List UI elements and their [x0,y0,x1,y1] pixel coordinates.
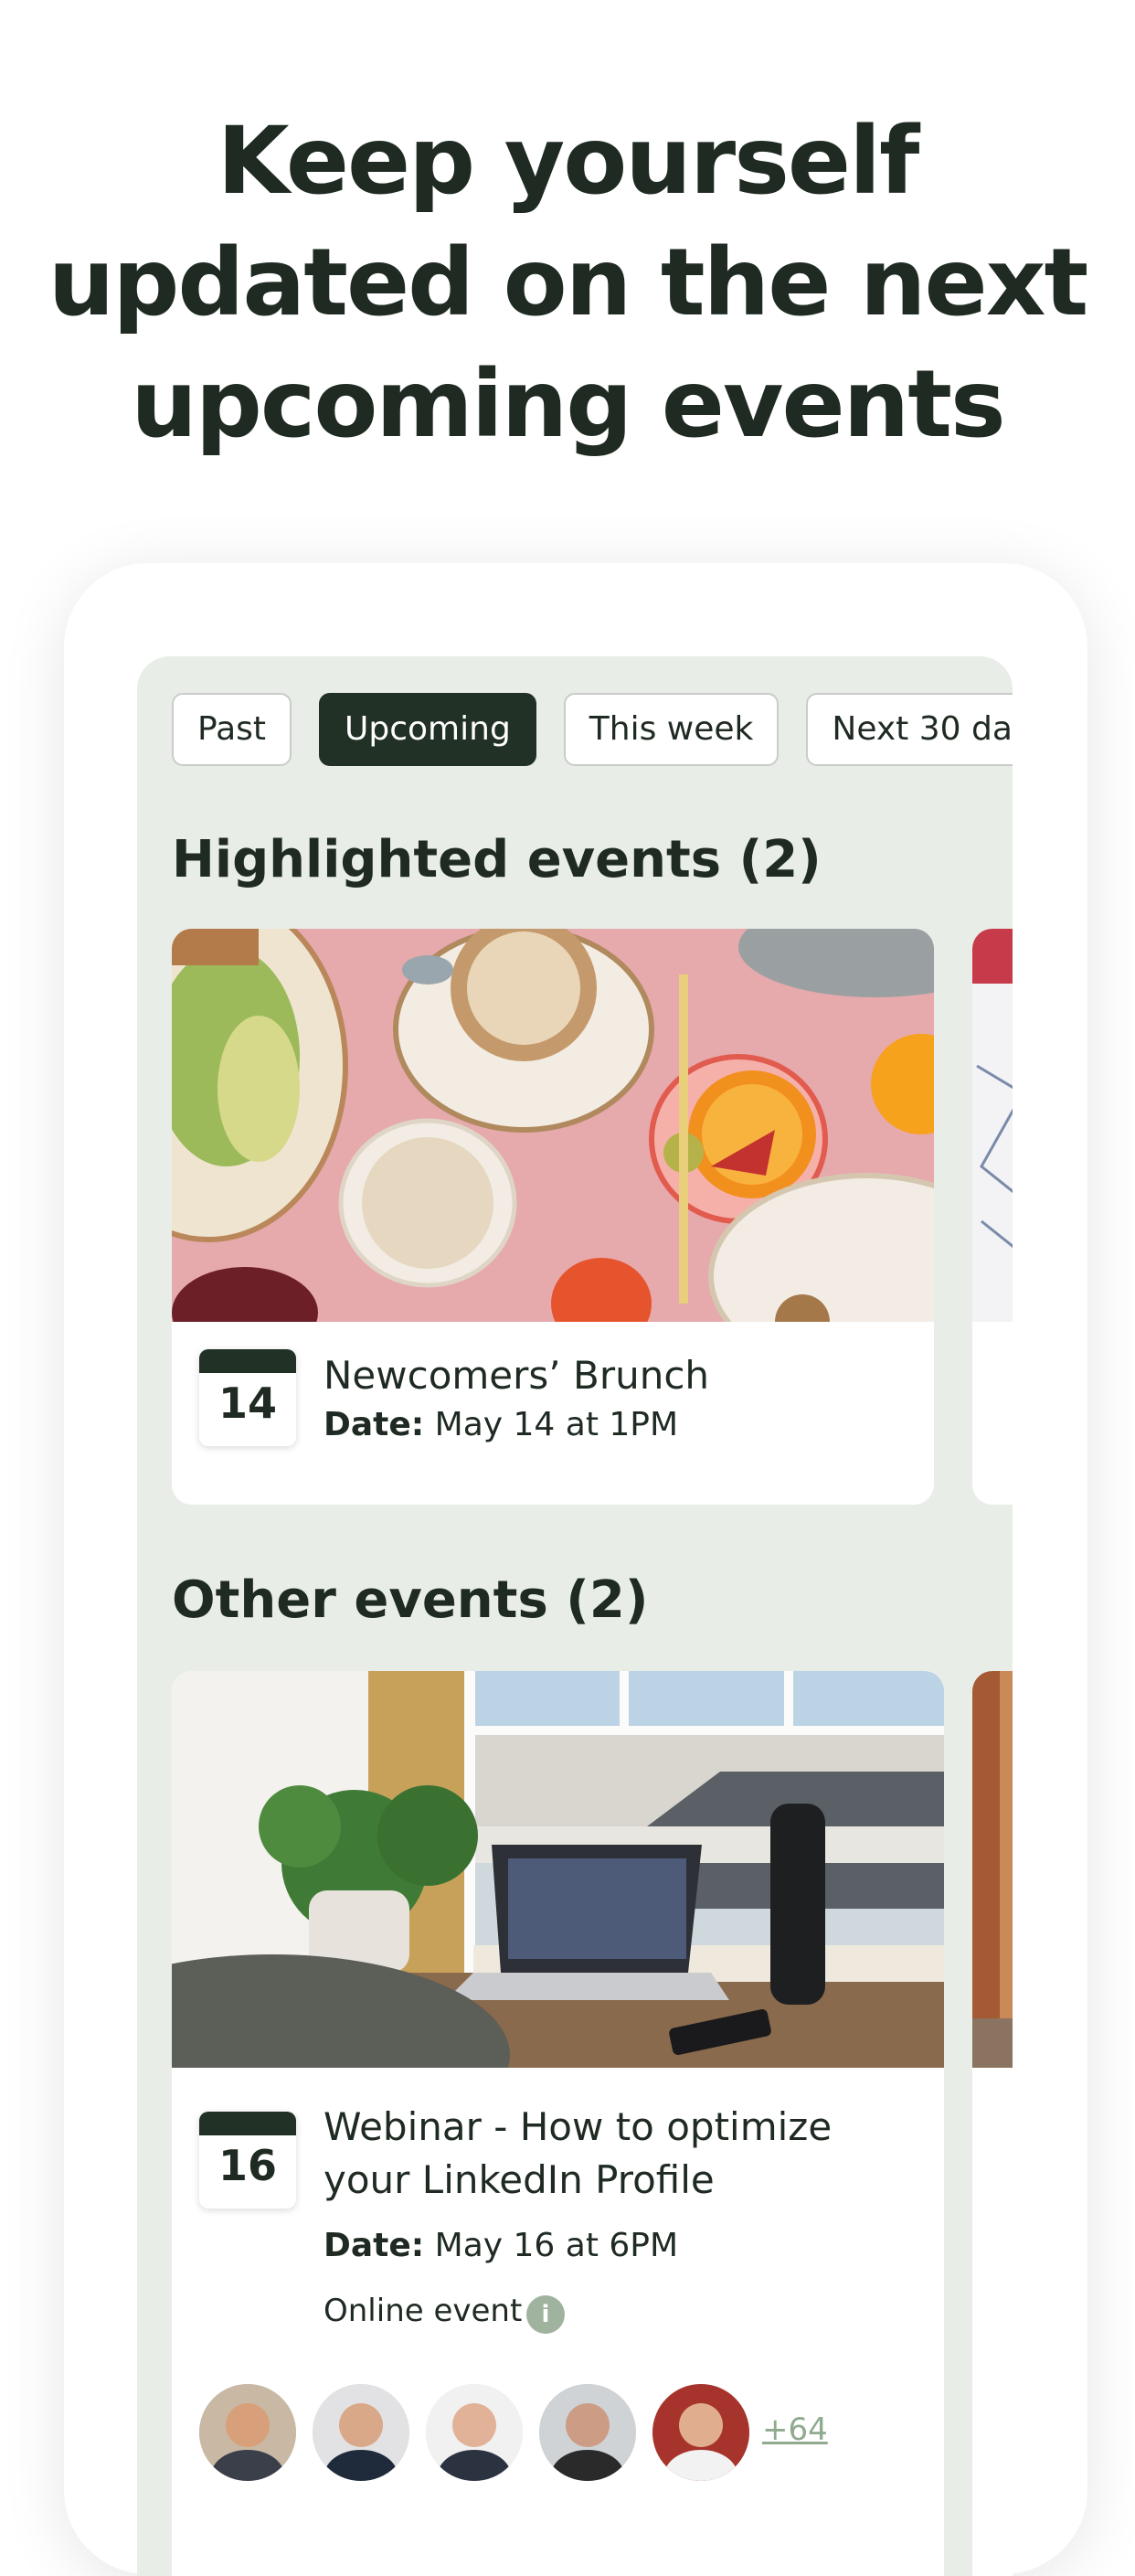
event-card-peek[interactable] [972,929,1013,1505]
app-screen: Past Upcoming This week Next 30 days Hig… [137,656,1013,2576]
filter-this-week[interactable]: This week [563,693,780,766]
highlighted-events-title: Highlighted events (2) [172,830,822,889]
attendee-avatar [652,2384,749,2481]
filter-next-30-days[interactable]: Next 30 days [806,693,1013,766]
other-events-title: Other events (2) [172,1570,649,1630]
attendee-avatar [313,2384,409,2481]
headline: Keep yourself updated on the next upcomi… [0,101,1135,465]
headline-line-3: upcoming events [131,350,1006,459]
calendar-icon: 14 [199,1349,296,1446]
more-attendees-link[interactable]: +64 [762,2411,828,2448]
event-day-number: 16 [217,2141,277,2190]
attendee-avatar [426,2384,523,2481]
event-date-value: May 16 at 6PM [434,2227,679,2264]
attendee-avatar [199,2384,296,2481]
event-title: Newcomers’ Brunch [324,1353,710,1398]
event-date: Date: May 14 at 1PM [324,1406,678,1443]
event-card-newcomers-brunch[interactable]: 14 Newcomers’ Brunch Date: May 14 at 1PM [172,929,934,1505]
event-date-label: Date: [324,2227,425,2264]
event-title-line-1: Webinar - How to optimize [324,2104,833,2149]
event-date-value: May 14 at 1PM [434,1406,679,1443]
event-date-label: Date: [324,1406,425,1443]
event-location: Online event [324,2293,523,2329]
event-photo-peek [972,1671,1013,2068]
event-photo-peek [972,929,1013,1322]
event-day-number: 14 [217,1378,277,1428]
event-date: Date: May 16 at 6PM [324,2227,678,2264]
event-title-line-2: your LinkedIn Profile [324,2157,715,2202]
workspace-photo [172,1671,944,2068]
filter-upcoming[interactable]: Upcoming [319,693,536,766]
calendar-icon: 16 [199,2112,296,2209]
attendee-avatar [539,2384,636,2481]
filter-past[interactable]: Past [172,693,292,766]
headline-line-2: updated on the next [48,229,1089,337]
info-icon[interactable]: i [526,2295,565,2334]
event-card-peek[interactable] [972,1671,1013,2576]
brunch-photo [172,929,934,1322]
headline-line-1: Keep yourself [217,107,920,216]
filter-chips: Past Upcoming This week Next 30 days [172,693,1013,766]
